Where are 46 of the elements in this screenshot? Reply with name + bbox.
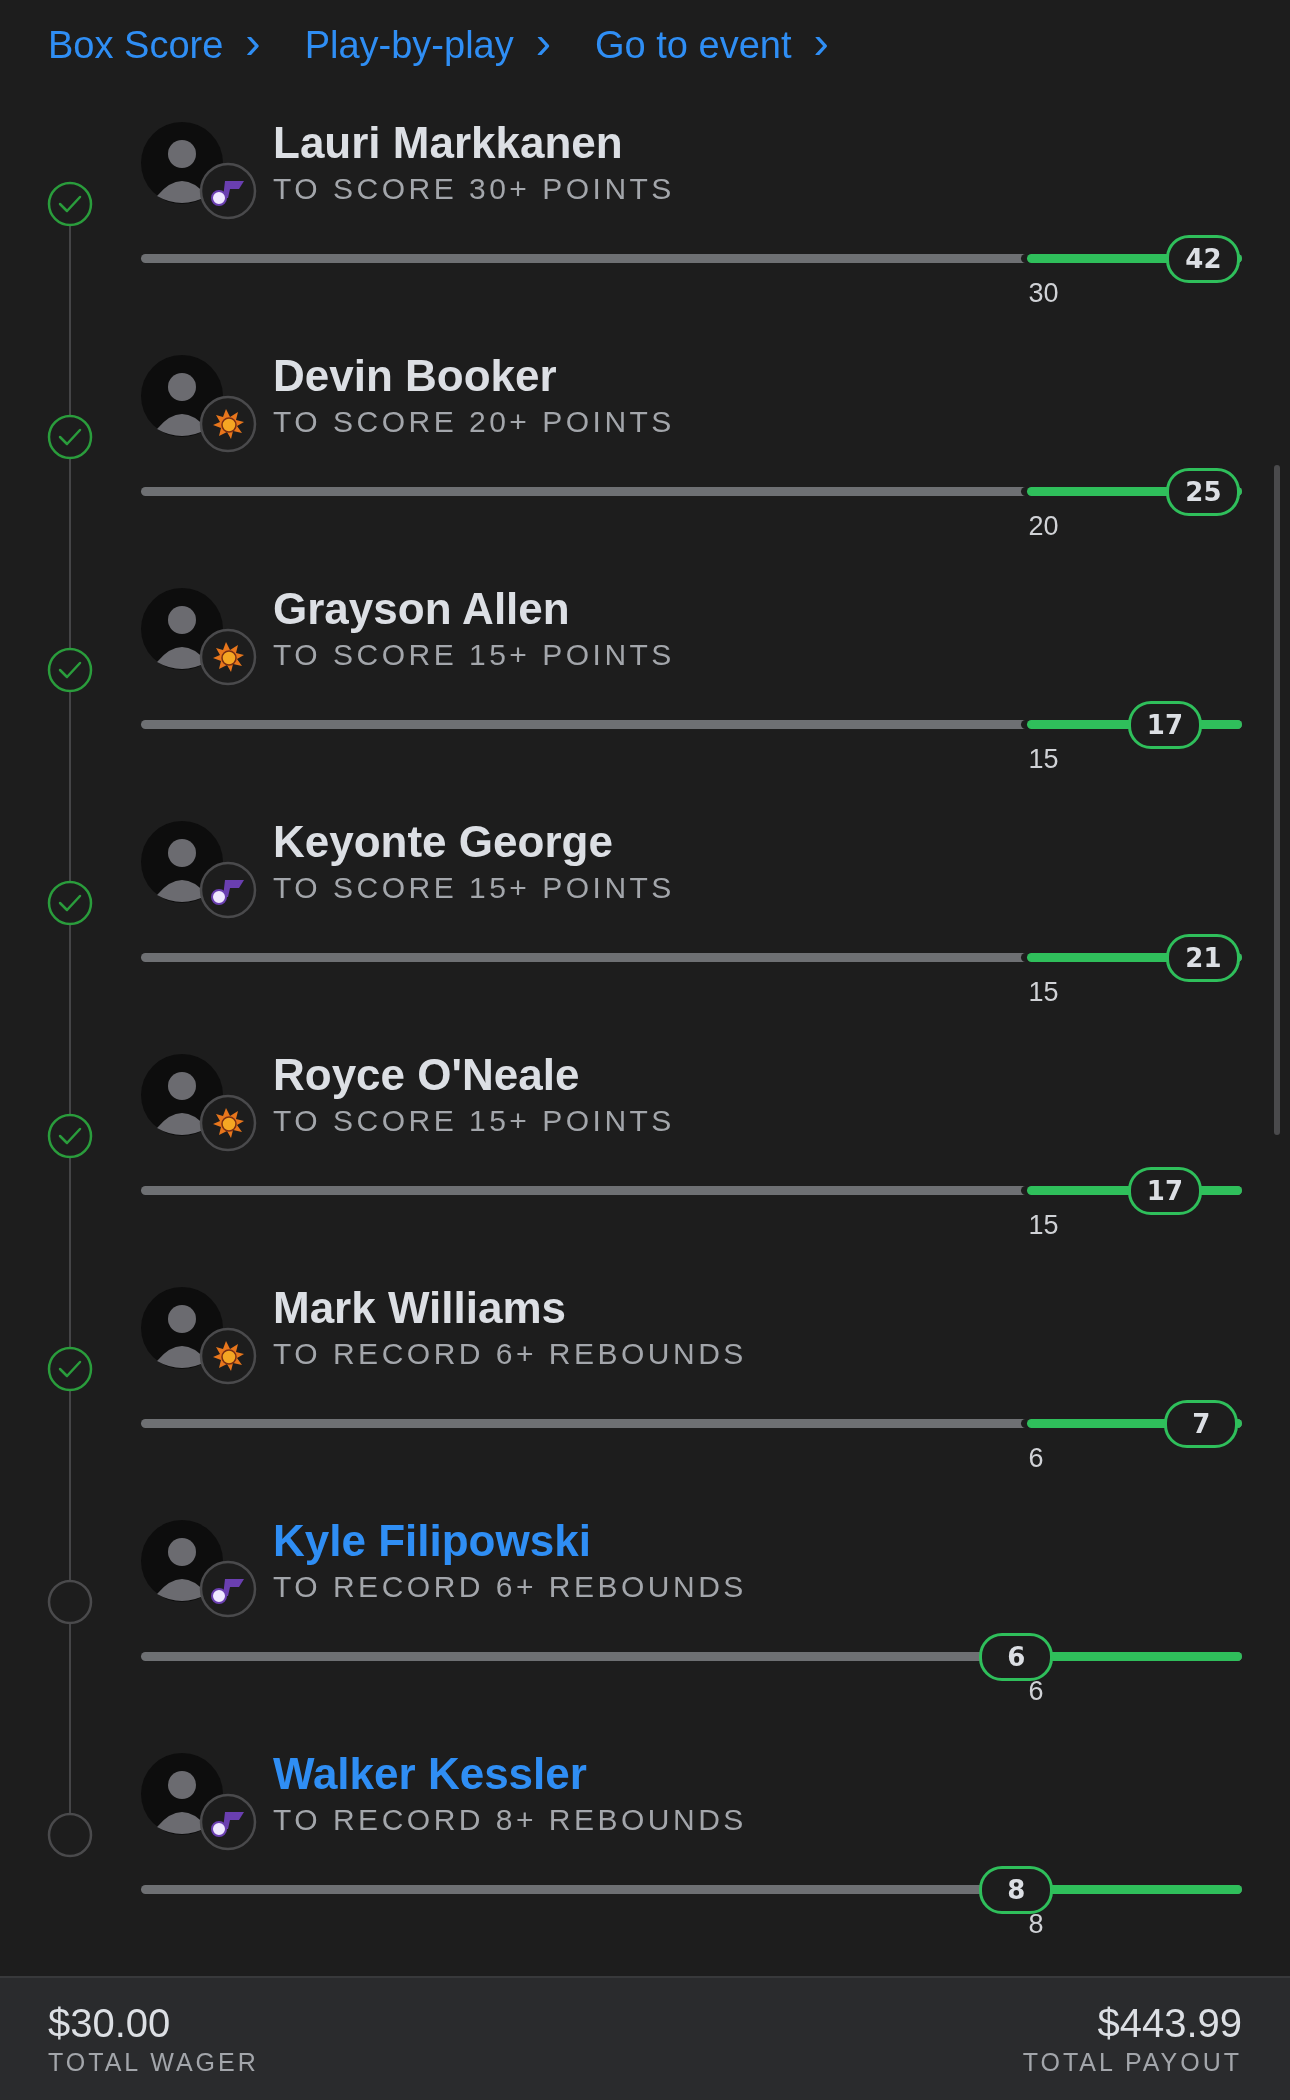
prop-description: TO SCORE 15+ POINTS [273,1104,675,1138]
prop-description: TO RECORD 6+ REBOUNDS [273,1337,747,1371]
nav-link[interactable]: Play-by-play › [304,18,552,72]
scrollbar[interactable] [1274,465,1280,1135]
threshold-label: 6 [1028,1443,1044,1474]
team-logo-icon [199,861,257,919]
current-value-pill: 17 [1127,701,1202,749]
current-value-pill: 8 [979,1866,1054,1914]
player-name: Royce O'Neale [273,1050,581,1100]
team-logo-icon [199,1327,257,1385]
player-name: Kyle Filipowski [273,1516,592,1566]
nav-link[interactable]: Box Score › [48,18,261,72]
prop-description: TO SCORE 20+ POINTS [273,405,675,439]
team-logo-icon [199,1793,257,1851]
nav-link[interactable]: Go to event › [595,18,829,72]
team-logo-icon [199,628,257,686]
player-name: Walker Kessler [273,1749,588,1799]
team-logo-icon [199,1094,257,1152]
team-logo-icon [199,395,257,453]
payout-label: TOTAL PAYOUT [1022,2048,1242,2077]
team-logo-icon [199,162,257,220]
prop-description: TO SCORE 30+ POINTS [273,172,675,206]
prop-description: TO RECORD 6+ REBOUNDS [273,1570,747,1604]
payout-amount: $443.99 [1097,2001,1242,2046]
player-name: Lauri Markkanen [273,118,624,168]
threshold-label: 30 [1028,278,1059,309]
player-name: Mark Williams [273,1283,568,1333]
current-value-pill: 42 [1166,235,1241,283]
current-value-pill: 17 [1127,1167,1202,1215]
team-logo-icon [199,1560,257,1618]
player-name: Devin Booker [273,351,558,401]
threshold-label: 15 [1028,977,1059,1008]
threshold-label: 15 [1028,744,1059,775]
current-value-pill: 21 [1166,934,1241,982]
current-value-pill: 7 [1164,1400,1239,1448]
prop-description: TO SCORE 15+ POINTS [273,638,675,672]
player-name: Grayson Allen [273,584,571,634]
prop-description: TO SCORE 15+ POINTS [273,871,675,905]
wager-amount: $30.00 [48,2001,172,2046]
prop-description: TO RECORD 8+ REBOUNDS [273,1803,747,1837]
current-value-pill: 25 [1166,468,1241,516]
threshold-label: 20 [1028,511,1059,542]
player-name: Keyonte George [273,817,614,867]
threshold-label: 15 [1028,1210,1059,1241]
wager-label: TOTAL WAGER [48,2048,259,2077]
current-value-pill: 6 [979,1633,1054,1681]
